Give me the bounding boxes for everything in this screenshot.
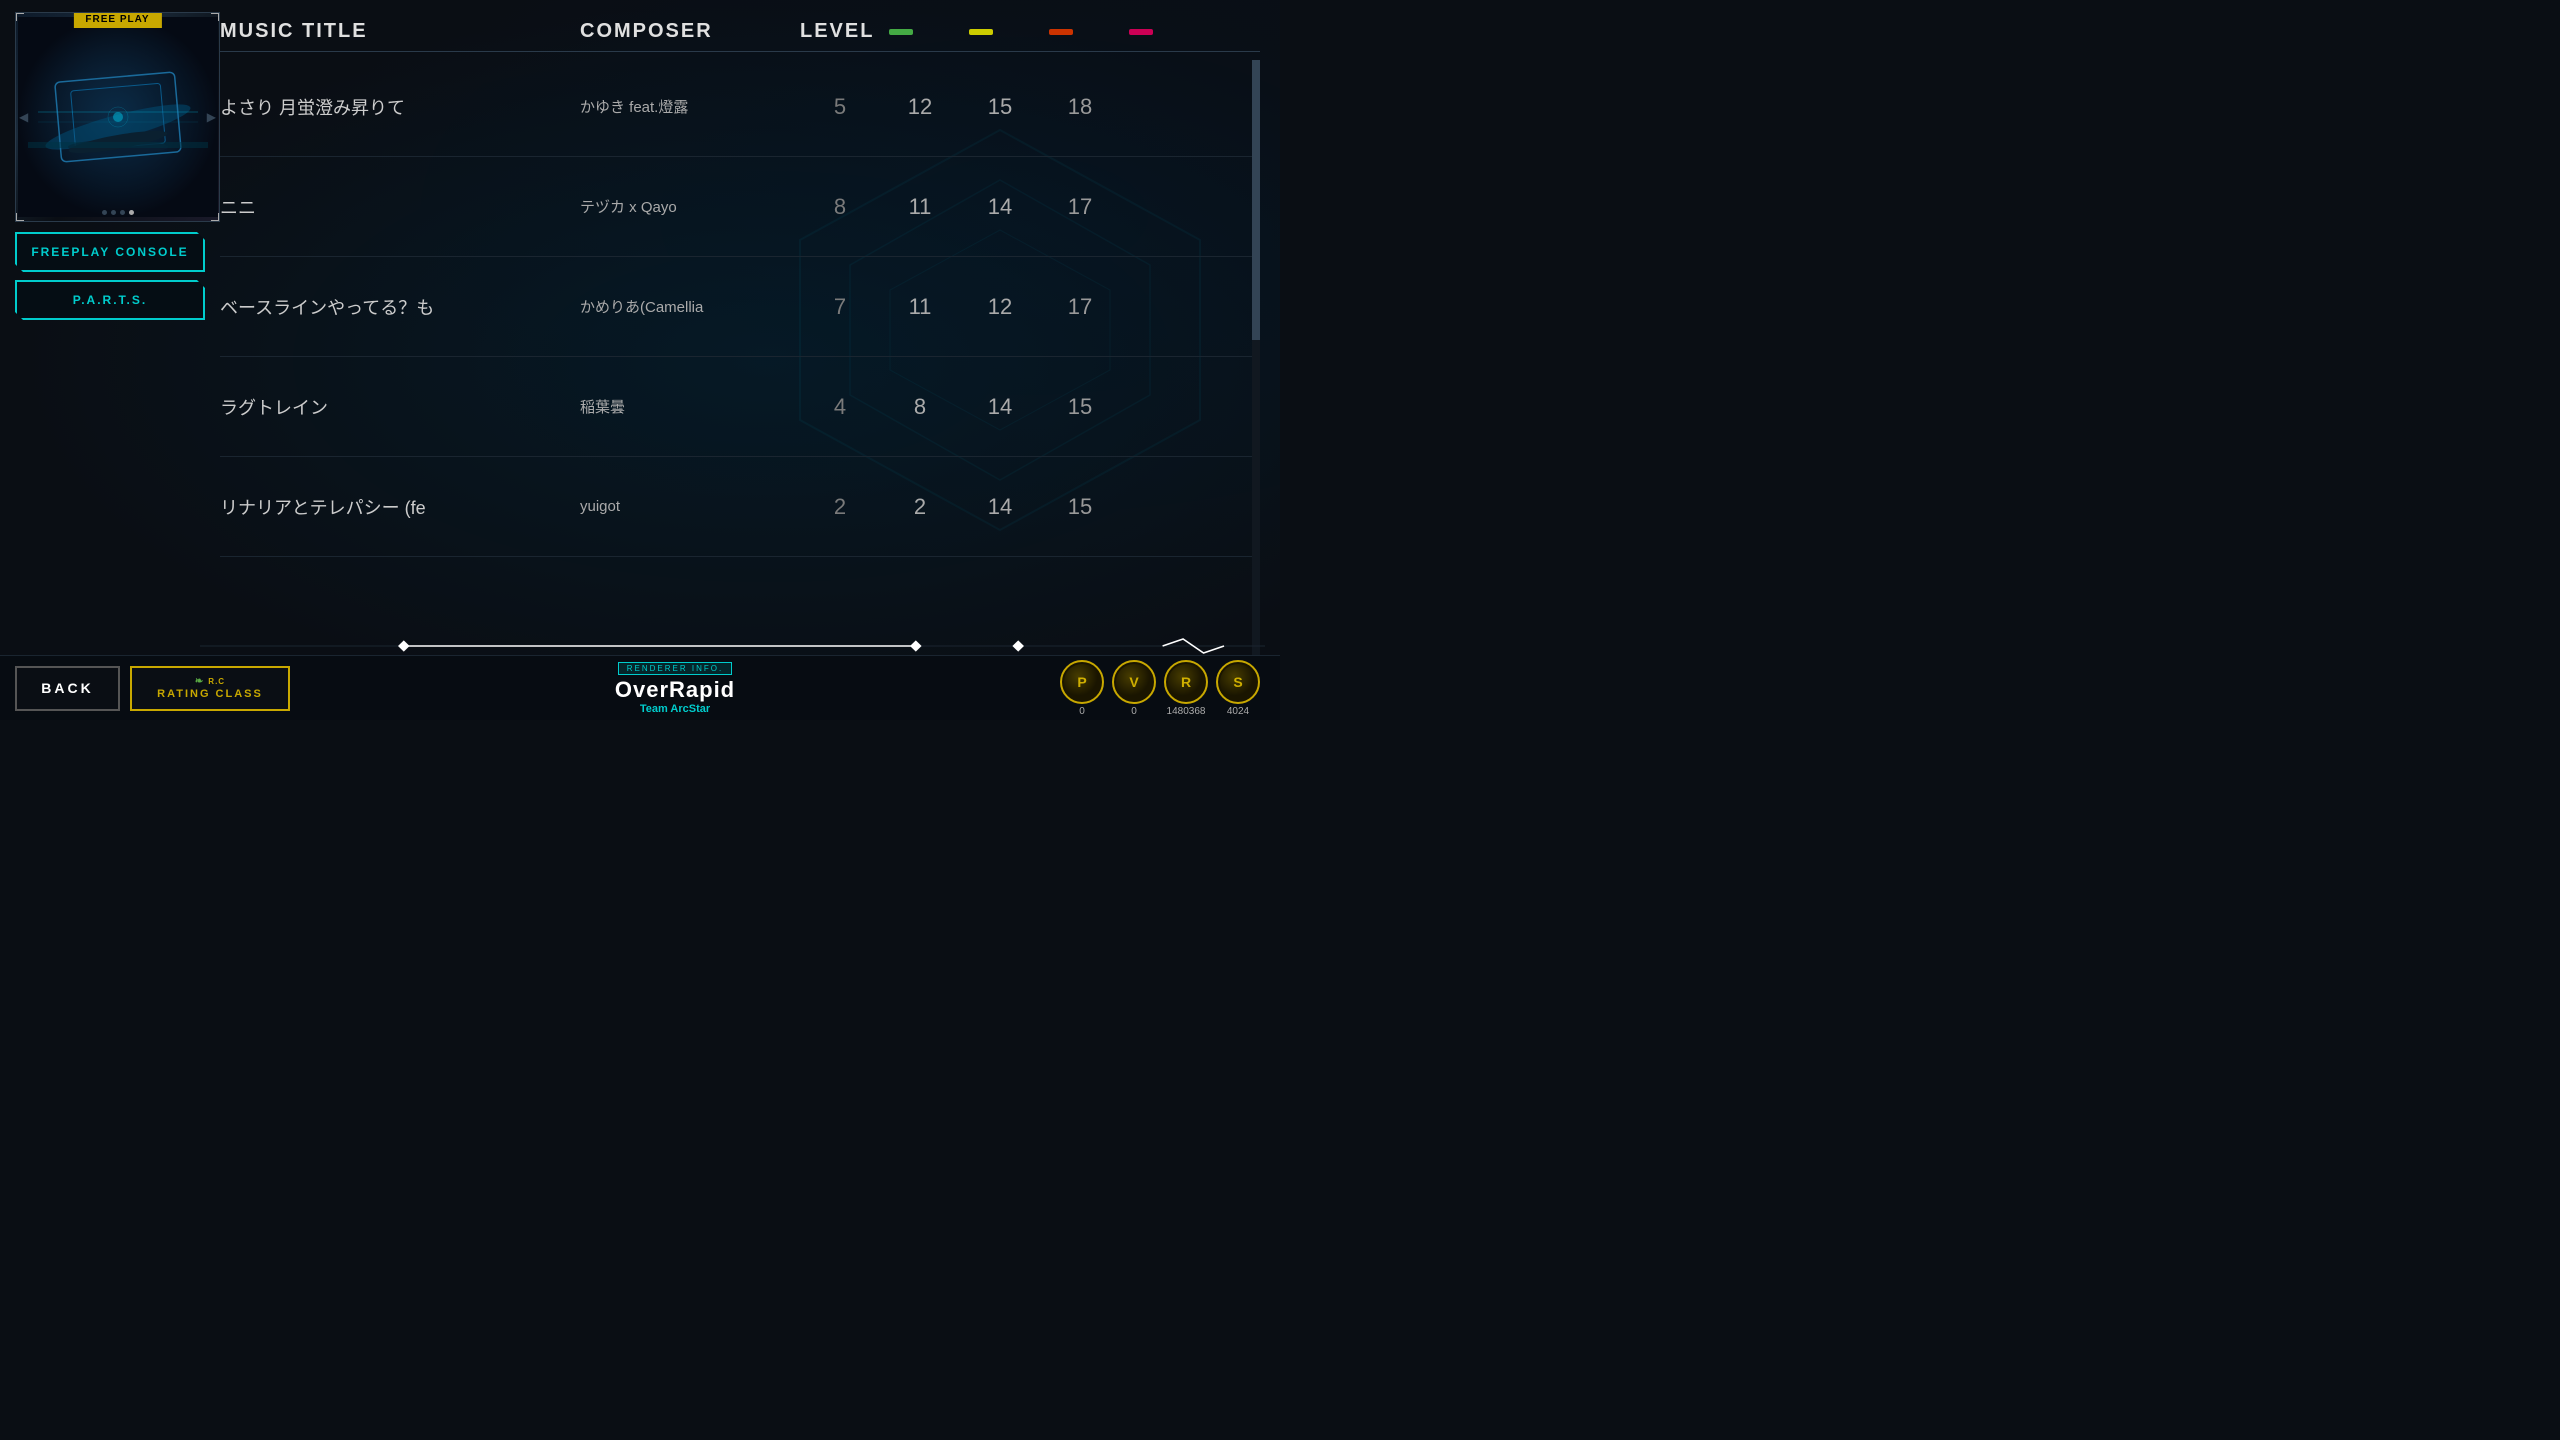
level-value-normal: 2 xyxy=(880,494,960,520)
level-value-extra: 15 xyxy=(1040,394,1120,420)
song-composer: yuigot xyxy=(580,498,800,515)
badge-icon: R xyxy=(1164,660,1208,704)
song-list: よさり 月蛍澄み昇りて かゆき feat.燈露 5121518 ニニ テヅカ x… xyxy=(220,57,1260,557)
song-composer: テヅカ x Qayo xyxy=(580,196,800,217)
level-value-hard: 12 xyxy=(960,294,1040,320)
left-panel: FREE PLAY xyxy=(0,0,210,660)
slide-dot-active xyxy=(129,210,134,215)
scrollbar[interactable] xyxy=(1252,60,1260,655)
scrollbar-thumb[interactable] xyxy=(1252,60,1260,340)
app-name: OverRapid xyxy=(615,677,735,703)
song-row[interactable]: ラグトレイン 稲葉曇 481415 xyxy=(220,357,1260,457)
badge-item: S 4024 xyxy=(1216,660,1260,717)
level-value-extra: 17 xyxy=(1040,194,1120,220)
song-title: ラグトレイン xyxy=(220,394,580,420)
level-dot-easy xyxy=(889,29,913,35)
renderer-info-label: RENDERER INFO. xyxy=(618,662,732,675)
free-play-badge: FREE PLAY xyxy=(73,12,161,28)
level-value-extra: 17 xyxy=(1040,294,1120,320)
level-value-easy: 4 xyxy=(800,394,880,420)
badge-score: 1480368 xyxy=(1167,706,1206,717)
progress-line-svg xyxy=(200,637,1265,655)
badge-item: R 1480368 xyxy=(1164,660,1208,717)
badge-item: V 0 xyxy=(1112,660,1156,717)
song-levels: 5121518 xyxy=(800,94,1260,120)
level-indicators xyxy=(889,29,1153,35)
rating-top-row: ❧ R.C xyxy=(195,676,225,687)
badge-score: 0 xyxy=(1079,706,1085,717)
level-value-hard: 14 xyxy=(960,394,1040,420)
song-levels: 221415 xyxy=(800,494,1260,520)
song-levels: 8111417 xyxy=(800,194,1260,220)
album-art-container: FREE PLAY xyxy=(15,12,220,222)
col-title-header: MUSIC TITLE xyxy=(220,20,580,43)
slide-dot xyxy=(111,210,116,215)
album-art-inner: ◀ ▶ xyxy=(16,13,219,221)
freeplay-console-button[interactable]: FREEPLAY CONSOLE xyxy=(15,232,205,272)
col-level-header: LEVEL xyxy=(800,20,1260,43)
app-team: Team ArcStar xyxy=(640,703,710,715)
song-levels: 7111217 xyxy=(800,294,1260,320)
level-dot-extra xyxy=(1129,29,1153,35)
song-composer: かめりあ(Camellia xyxy=(580,296,800,317)
level-value-easy: 7 xyxy=(800,294,880,320)
album-next-arrow[interactable]: ▶ xyxy=(207,110,216,124)
parts-button[interactable]: P.A.R.T.S. xyxy=(15,280,205,320)
badge-score: 4024 xyxy=(1227,706,1249,717)
col-composer-header: COMPOSER xyxy=(580,20,800,43)
song-composer: 稲葉曇 xyxy=(580,396,800,417)
song-row[interactable]: リナリアとテレパシー (fe yuigot 221415 xyxy=(220,457,1260,557)
back-button[interactable]: BACK xyxy=(15,666,120,711)
song-levels: 481415 xyxy=(800,394,1260,420)
level-header-text: LEVEL xyxy=(800,20,874,43)
level-value-extra: 18 xyxy=(1040,94,1120,120)
table-header: MUSIC TITLE COMPOSER LEVEL xyxy=(220,0,1260,52)
slide-dots xyxy=(102,210,134,215)
badge-icon: V xyxy=(1112,660,1156,704)
score-badges: P 0 V 0 R 1480368 S 4024 xyxy=(1060,660,1260,717)
nav-buttons: FREEPLAY CONSOLE P.A.R.T.S. xyxy=(15,232,200,320)
level-value-hard: 14 xyxy=(960,494,1040,520)
badge-score: 0 xyxy=(1131,706,1137,717)
level-dot-normal xyxy=(969,29,993,35)
slide-dot xyxy=(102,210,107,215)
rating-rc-text: R.C xyxy=(208,677,225,686)
rating-bottom-text: RATING CLASS xyxy=(157,688,263,700)
level-value-hard: 14 xyxy=(960,194,1040,220)
level-value-normal: 12 xyxy=(880,94,960,120)
level-value-easy: 5 xyxy=(800,94,880,120)
level-value-easy: 8 xyxy=(800,194,880,220)
album-prev-arrow[interactable]: ◀ xyxy=(19,110,28,124)
level-value-normal: 11 xyxy=(880,194,960,220)
level-value-normal: 11 xyxy=(880,294,960,320)
song-row[interactable]: ニニ テヅカ x Qayo 8111417 xyxy=(220,157,1260,257)
level-value-normal: 8 xyxy=(880,394,960,420)
rating-leaf-icon: ❧ xyxy=(195,676,204,687)
song-title: よさり 月蛍澄み昇りて xyxy=(220,94,580,120)
song-row[interactable]: ベースラインやってる？も かめりあ(Camellia 7111217 xyxy=(220,257,1260,357)
slide-dot xyxy=(120,210,125,215)
song-title: ニニ xyxy=(220,194,580,220)
album-art-svg xyxy=(18,17,218,217)
main-content: MUSIC TITLE COMPOSER LEVEL よさり 月蛍澄み昇りて か… xyxy=(220,0,1260,655)
badge-item: P 0 xyxy=(1060,660,1104,717)
level-value-easy: 2 xyxy=(800,494,880,520)
bottom-bar: BACK ❧ R.C RATING CLASS RENDERER INFO. O… xyxy=(0,655,1280,720)
song-row[interactable]: よさり 月蛍澄み昇りて かゆき feat.燈露 5121518 xyxy=(220,57,1260,157)
level-value-hard: 15 xyxy=(960,94,1040,120)
badge-icon: S xyxy=(1216,660,1260,704)
song-title: ベースラインやってる？も xyxy=(220,294,580,320)
progress-line-container xyxy=(200,637,1265,655)
badge-icon: P xyxy=(1060,660,1104,704)
center-info: RENDERER INFO. OverRapid Team ArcStar xyxy=(290,662,1060,715)
level-dot-hard xyxy=(1049,29,1073,35)
song-title: リナリアとテレパシー (fe xyxy=(220,494,580,520)
song-composer: かゆき feat.燈露 xyxy=(580,96,800,117)
level-value-extra: 15 xyxy=(1040,494,1120,520)
rating-class-button[interactable]: ❧ R.C RATING CLASS xyxy=(130,666,290,711)
